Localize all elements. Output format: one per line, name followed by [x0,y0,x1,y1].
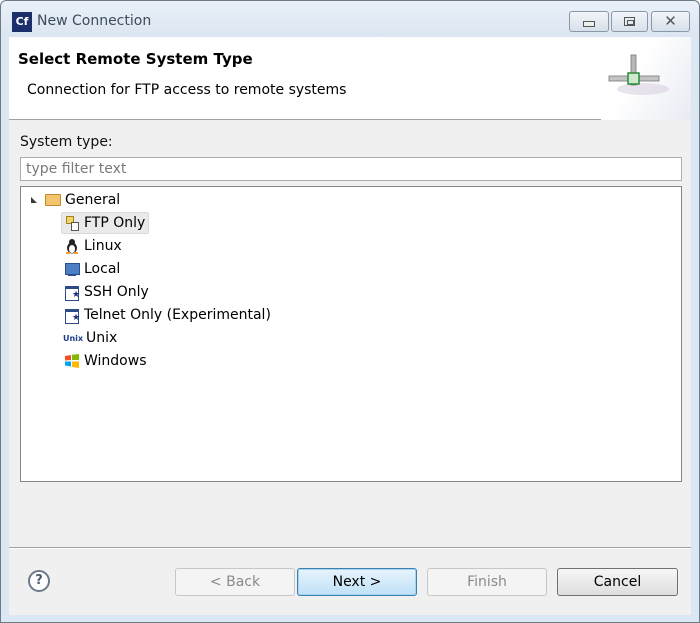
finish-button[interactable]: Finish [427,568,547,596]
tree-item-label: FTP Only [84,215,146,231]
app-icon: Cf [12,12,32,32]
maximize-button[interactable] [611,11,648,32]
cancel-button[interactable]: Cancel [557,568,678,596]
separator-highlight [9,548,691,549]
tree-item-linux[interactable]: Linux [64,235,122,257]
close-button[interactable]: ✕ [651,11,690,32]
system-type-label: System type: [20,134,113,150]
help-button[interactable]: ? [28,570,50,592]
windows-icon [64,353,80,369]
maximize-icon [624,17,635,26]
help-icon: ? [35,573,43,588]
back-button[interactable]: < Back [175,568,295,596]
next-button[interactable]: Next > [297,568,417,596]
ssh-terminal-icon [64,284,80,301]
network-connection-icon [608,54,669,95]
tree-item-local[interactable]: Local [64,258,120,280]
title-bar[interactable]: Cf New Connection ✕ [1,1,699,37]
tree-item-label: Local [84,261,121,277]
folder-open-icon [45,192,61,208]
banner-graphic [601,37,691,120]
ftp-icon [64,215,80,231]
close-icon: ✕ [664,12,677,30]
tree-node-general[interactable]: General [31,189,120,211]
tree-item-label: SSH Only [84,284,149,300]
unix-icon: Unix [62,333,84,343]
tree-item-label: Unix [86,330,118,346]
minimize-button[interactable] [569,11,609,32]
dialog-content: Select Remote System Type Connection for… [9,37,691,615]
filter-input[interactable] [20,157,682,181]
tree-node-label: General [65,192,121,208]
tree-item-windows[interactable]: Windows [64,350,147,372]
page-title: Select Remote System Type [18,50,253,68]
linux-icon [64,238,80,254]
tree-item-unix[interactable]: Unix Unix [62,327,118,349]
page-description: Connection for FTP access to remote syst… [27,82,347,98]
tree-item-ssh-only[interactable]: SSH Only [64,281,149,303]
tree-item-ftp-only[interactable]: FTP Only [61,212,150,234]
minimize-icon [583,21,595,27]
wizard-banner: Select Remote System Type Connection for… [9,37,691,120]
expand-collapse-icon[interactable] [31,197,37,203]
window-title: New Connection [37,13,152,29]
new-connection-dialog: Cf New Connection ✕ Select Remote System… [0,0,700,623]
tree-item-label: Windows [84,353,147,369]
system-type-tree[interactable]: General FTP Only Linux Local ★ SSH Only … [20,186,682,482]
tree-item-label: Linux [84,238,122,254]
tree-item-label: Telnet Only (Experimental) [84,307,271,323]
tree-item-telnet-only[interactable]: Telnet Only (Experimental) [64,304,271,326]
telnet-terminal-icon [64,307,80,324]
local-computer-icon [64,261,80,277]
